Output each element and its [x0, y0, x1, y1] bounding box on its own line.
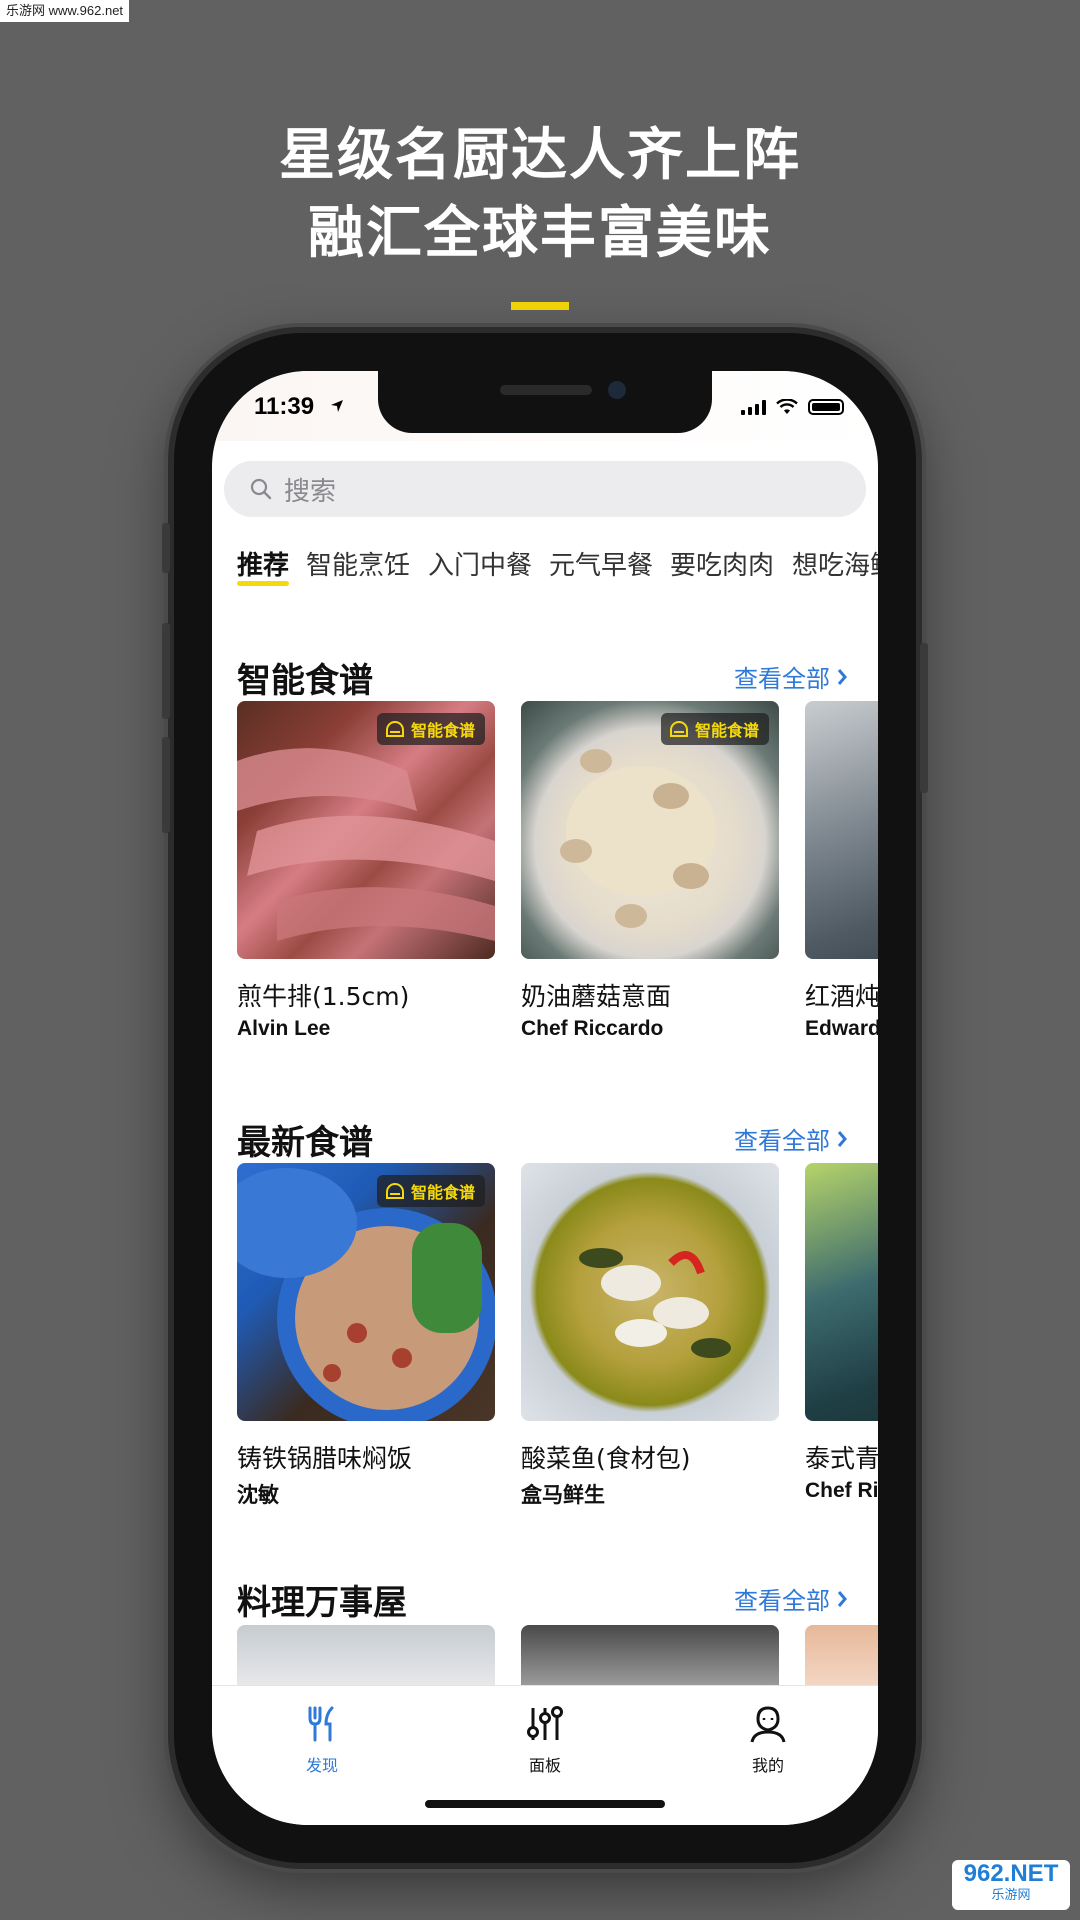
- wifi-icon: [776, 399, 798, 414]
- phone-frame: 11:39 搜索 推荐 智能烹饪 入门中餐 元气早餐 要吃肉肉 想吃海 智能食谱…: [162, 333, 928, 1863]
- see-all-label: 查看全部: [734, 665, 830, 693]
- fork-knife-icon: [308, 1706, 334, 1742]
- see-all-kitchen-tips[interactable]: 查看全部: [734, 1581, 848, 1616]
- recipe-image-steak: 智能食谱: [237, 701, 495, 959]
- badge-label: 智能食谱: [410, 721, 475, 740]
- kitchen-tip-image[interactable]: [521, 1625, 779, 1685]
- active-tab-indicator: [237, 581, 289, 586]
- badge-label: 智能食谱: [694, 721, 759, 740]
- watermark-brand: 962.NET: [963, 1860, 1059, 1887]
- home-indicator[interactable]: [425, 1800, 665, 1808]
- recipe-author: Chef Ri: [805, 1479, 878, 1502]
- sliders-icon: [527, 1706, 563, 1740]
- see-all-smart-recipes[interactable]: 查看全部: [734, 659, 848, 694]
- promo-accent-bar: [511, 302, 569, 310]
- notch: [378, 371, 712, 433]
- phone-screen: 11:39 搜索 推荐 智能烹饪 入门中餐 元气早餐 要吃肉肉 想吃海 智能食谱…: [212, 371, 878, 1825]
- volume-up-button: [162, 623, 170, 719]
- tabbar-panel[interactable]: 面板: [485, 1704, 605, 1776]
- recipe-card[interactable]: 酸菜鱼(食材包) 盒马鲜生: [521, 1163, 779, 1509]
- status-time: 11:39: [254, 393, 315, 420]
- smart-recipe-badge: 智能食谱: [376, 713, 485, 745]
- recipe-title: 酸菜鱼(食材包): [521, 1444, 691, 1473]
- kitchen-tip-image[interactable]: [805, 1625, 878, 1685]
- tabbar-label: 面板: [528, 1756, 561, 1775]
- recipe-title: 铸铁锅腊味焖饭: [237, 1444, 413, 1473]
- see-all-label: 查看全部: [734, 1127, 830, 1155]
- see-all-label: 查看全部: [734, 1587, 830, 1615]
- recipe-author: Edward: [805, 1017, 878, 1040]
- person-icon: [750, 1706, 786, 1743]
- location-arrow-icon: [331, 400, 343, 412]
- watermark-top: 乐游网 www.962.net: [0, 0, 130, 22]
- see-all-new-recipes[interactable]: 查看全部: [734, 1121, 848, 1156]
- tabbar-profile[interactable]: 我的: [708, 1704, 828, 1776]
- watermark-site-name: 乐游网: [991, 1888, 1031, 1903]
- mute-switch: [162, 523, 170, 573]
- chevron-right-icon: [837, 1590, 847, 1607]
- recipe-title: 煎牛排(1.5cm): [237, 982, 410, 1011]
- fish-and-pickles: [579, 1248, 731, 1358]
- tabbar-discover[interactable]: 发现: [262, 1704, 382, 1776]
- chevron-right-icon: [837, 668, 847, 685]
- smart-cooker-icon: [385, 721, 404, 737]
- smart-cooker-icon: [669, 721, 688, 737]
- badge-label: 智能食谱: [410, 1183, 475, 1202]
- recipe-image-claypot-rice: 智能食谱: [237, 1163, 495, 1421]
- recipe-card[interactable]: 智能食谱 铸铁锅腊味焖饭 沈敏: [237, 1163, 495, 1509]
- recipe-author: Chef Riccardo: [521, 1017, 664, 1040]
- search-bar[interactable]: 搜索: [224, 461, 866, 517]
- recipe-author: 盒马鲜生: [521, 1484, 605, 1507]
- search-icon: [250, 478, 272, 500]
- promo-headline-1: 星级名厨达人齐上阵: [279, 123, 801, 188]
- recipe-card[interactable]: 智能食谱 煎牛排(1.5cm) Alvin Lee: [237, 701, 495, 1041]
- tab-breakfast[interactable]: 元气早餐: [549, 545, 653, 582]
- tab-chinese-basics[interactable]: 入门中餐: [428, 545, 532, 582]
- watermark-logo: 962.NET 乐游网: [952, 1860, 1070, 1910]
- volume-down-button: [162, 737, 170, 833]
- recipe-title: 奶油蘑菇意面: [521, 982, 672, 1011]
- recipe-card[interactable]: 红酒炖 Edward: [805, 701, 878, 1041]
- section-title-new-recipes: 最新食谱: [237, 1123, 373, 1163]
- recipe-card[interactable]: 智能食谱 奶油蘑菇意面 Chef Riccardo: [521, 701, 779, 1041]
- tabbar-label: 我的: [751, 1756, 784, 1775]
- section-title-kitchen-tips: 料理万事屋: [237, 1583, 407, 1623]
- section-title-smart-recipes: 智能食谱: [237, 661, 373, 701]
- earpiece-speaker: [500, 385, 592, 395]
- power-button: [920, 643, 928, 793]
- promo-headline-2: 融汇全球丰富美味: [308, 201, 772, 266]
- front-camera: [608, 381, 626, 399]
- recipe-author: Alvin Lee: [237, 1017, 331, 1040]
- tab-smart-cooking[interactable]: 智能烹饪: [306, 545, 410, 582]
- recipe-image-red-wine-stew: [805, 701, 878, 959]
- tab-recommended[interactable]: 推荐: [237, 545, 289, 582]
- recipe-image-mushroom-pasta: 智能食谱: [521, 701, 779, 959]
- kitchen-tip-image[interactable]: [237, 1625, 495, 1685]
- tab-meat[interactable]: 要吃肉肉: [670, 545, 774, 582]
- smart-recipe-badge: 智能食谱: [376, 1175, 485, 1207]
- smart-cooker-icon: [385, 1183, 404, 1199]
- category-tabs: 推荐 智能烹饪 入门中餐 元气早餐 要吃肉肉 想吃海鲜: [212, 545, 878, 605]
- tabbar-label: 发现: [305, 1756, 338, 1775]
- recipe-image-pickled-fish: [521, 1163, 779, 1421]
- status-icons: [741, 399, 844, 415]
- recipe-card[interactable]: 泰式青 Chef Ri: [805, 1163, 878, 1503]
- chevron-right-icon: [837, 1130, 847, 1147]
- battery-icon: [808, 399, 844, 415]
- tab-seafood[interactable]: 想吃海鲜: [792, 545, 878, 582]
- recipe-author: 沈敏: [237, 1484, 279, 1507]
- recipe-image-thai-green: [805, 1163, 878, 1421]
- search-placeholder: 搜索: [284, 476, 337, 507]
- smart-recipe-badge: 智能食谱: [660, 713, 769, 745]
- cellular-signal-icon: [741, 399, 766, 415]
- recipe-title: 泰式青: [805, 1444, 878, 1473]
- recipe-title: 红酒炖: [805, 982, 878, 1011]
